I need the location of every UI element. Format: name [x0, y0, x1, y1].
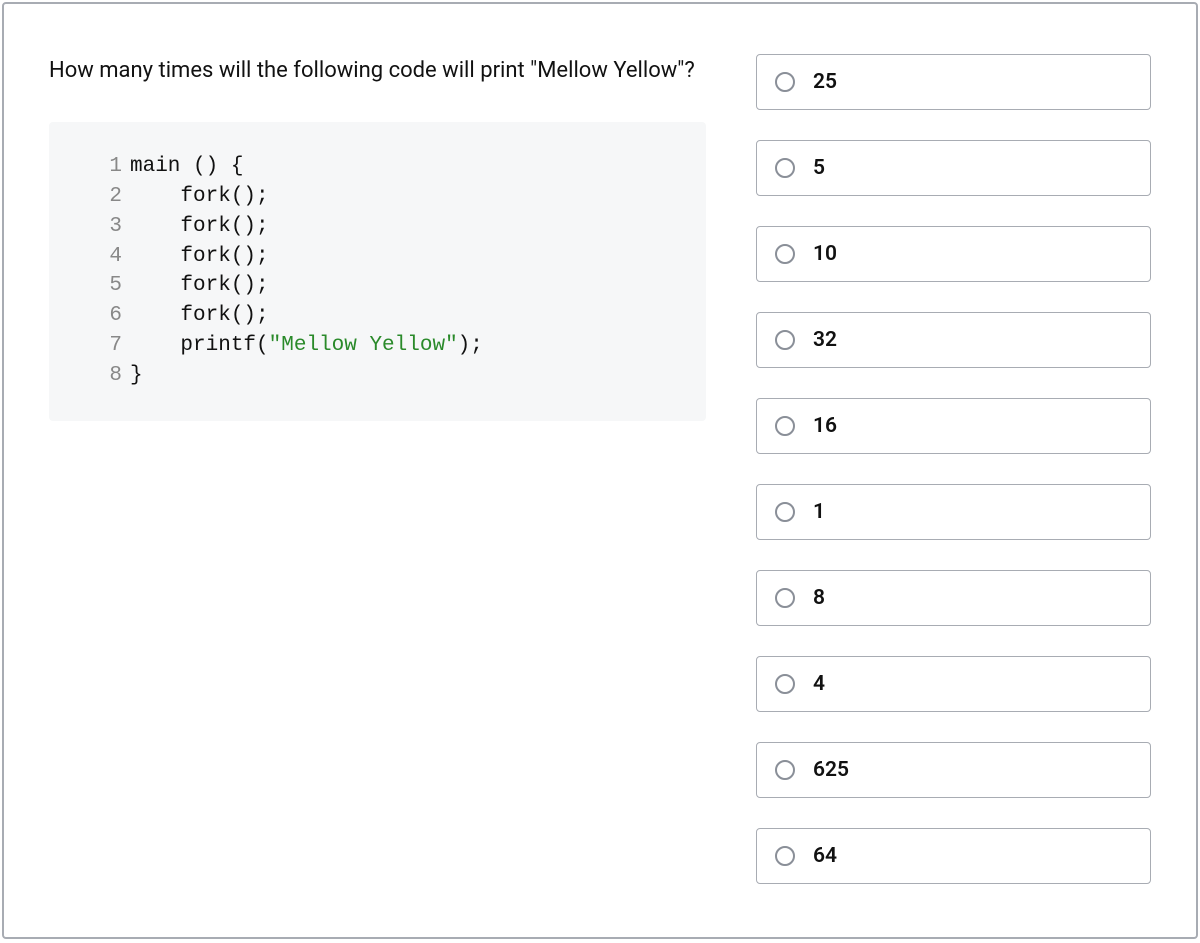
code-text: fork(); [130, 212, 269, 242]
option-label: 10 [813, 242, 837, 266]
code-text: fork(); [130, 242, 269, 272]
code-text: printf("Mellow Yellow"); [130, 331, 483, 361]
answer-option[interactable]: 64 [756, 828, 1151, 884]
code-text: fork(); [130, 182, 269, 212]
radio-icon [775, 72, 795, 92]
radio-icon [775, 588, 795, 608]
code-text: fork(); [130, 301, 269, 331]
code-block: 1 main () { 2 fork(); 3 fork(); 4 fork();… [49, 122, 706, 421]
radio-icon [775, 674, 795, 694]
option-label: 25 [813, 70, 837, 94]
line-number: 8 [94, 361, 122, 391]
radio-icon [775, 330, 795, 350]
answer-option[interactable]: 16 [756, 398, 1151, 454]
option-label: 64 [813, 844, 837, 868]
option-label: 625 [813, 758, 849, 782]
radio-icon [775, 846, 795, 866]
string-literal: "Mellow Yellow" [269, 334, 458, 357]
code-text: fork(); [130, 271, 269, 301]
answer-option[interactable]: 8 [756, 570, 1151, 626]
code-line: 1 main () { [94, 152, 661, 182]
code-line: 3 fork(); [94, 212, 661, 242]
answer-option[interactable]: 32 [756, 312, 1151, 368]
line-number: 4 [94, 242, 122, 272]
answer-option[interactable]: 25 [756, 54, 1151, 110]
question-column: How many times will the following code w… [49, 54, 706, 887]
radio-icon [775, 416, 795, 436]
option-label: 8 [813, 586, 825, 610]
option-label: 5 [813, 156, 825, 180]
line-number: 5 [94, 271, 122, 301]
option-label: 16 [813, 414, 837, 438]
code-text: } [130, 361, 143, 391]
code-line: 5 fork(); [94, 271, 661, 301]
answer-option[interactable]: 5 [756, 140, 1151, 196]
answer-option[interactable]: 4 [756, 656, 1151, 712]
line-number: 7 [94, 331, 122, 361]
radio-icon [775, 502, 795, 522]
option-label: 1 [813, 500, 825, 524]
option-label: 4 [813, 672, 825, 696]
code-text: main () { [130, 152, 243, 182]
code-line: 7 printf("Mellow Yellow"); [94, 331, 661, 361]
code-line: 4 fork(); [94, 242, 661, 272]
radio-icon [775, 244, 795, 264]
answer-option[interactable]: 1 [756, 484, 1151, 540]
radio-icon [775, 760, 795, 780]
line-number: 3 [94, 212, 122, 242]
options-column: 25 5 10 32 16 1 8 4 [756, 54, 1151, 887]
line-number: 6 [94, 301, 122, 331]
radio-icon [775, 158, 795, 178]
option-label: 32 [813, 328, 837, 352]
code-line: 6 fork(); [94, 301, 661, 331]
code-line: 2 fork(); [94, 182, 661, 212]
question-text: How many times will the following code w… [49, 54, 706, 88]
code-line: 8} [94, 361, 661, 391]
answer-option[interactable]: 10 [756, 226, 1151, 282]
answer-option[interactable]: 625 [756, 742, 1151, 798]
line-number: 2 [94, 182, 122, 212]
quiz-container: How many times will the following code w… [2, 2, 1198, 939]
line-number: 1 [94, 152, 122, 182]
